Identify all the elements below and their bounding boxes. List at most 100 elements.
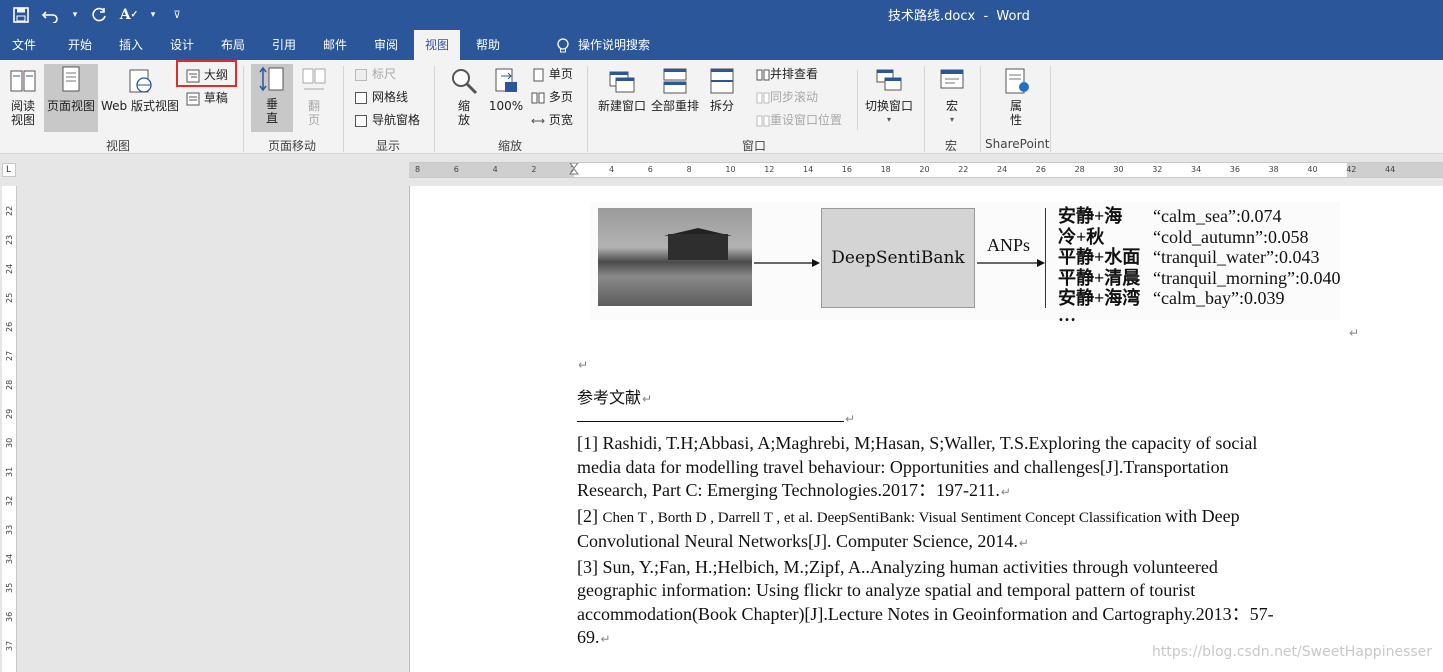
chevron-down-icon[interactable]: ▾ [70, 4, 80, 26]
watermark: https://blog.csdn.net/SweetHappinesser [1152, 644, 1433, 660]
tab-design[interactable]: 设计 [159, 30, 205, 60]
zoom-100-label: 100% [488, 99, 524, 113]
sync-scroll-button[interactable]: 同步滚动 [756, 90, 818, 105]
checkbox[interactable] [355, 68, 367, 81]
tell-me-search[interactable]: 操作说明搜索 [556, 30, 650, 60]
checkbox[interactable] [355, 91, 367, 104]
title-separator: - [975, 9, 997, 24]
tab-review[interactable]: 审阅 [363, 30, 409, 60]
view-side-by-side-button[interactable]: 并排查看 [756, 67, 818, 82]
anp-zh: 平静+清晨 [1058, 267, 1141, 288]
tab-mailings[interactable]: 邮件 [312, 30, 358, 60]
undo-icon[interactable] [40, 4, 62, 26]
draft-icon [186, 92, 200, 105]
web-layout-button[interactable]: Web 版式视图 [100, 66, 180, 132]
arrange-all-icon [663, 68, 687, 94]
reference-text: Research, Part C: Emerging Technologies.… [577, 480, 1000, 500]
customize-qat-icon[interactable]: ⊽ [166, 4, 188, 26]
group-separator [924, 66, 925, 152]
document-page[interactable]: DeepSentiBank ANPs 安静+海 “calm_sea”:0.074 … [409, 186, 1443, 672]
tab-layout[interactable]: 布局 [210, 30, 256, 60]
side-by-side-icon [756, 69, 770, 80]
web-layout-label: Web 版式视图 [101, 99, 179, 113]
tab-view[interactable]: 视图 [414, 30, 460, 60]
paragraph-mark: ↵ [845, 412, 856, 426]
magnifier-icon [452, 69, 478, 95]
navigation-pane-checkbox[interactable]: 导航窗格 [355, 113, 420, 127]
ruler-checkbox[interactable]: 标尺 [355, 67, 396, 81]
reference-line: [3] Sun, Y.;Fan, H.;Helbich, M.;Zipf, A.… [577, 556, 1218, 577]
spelling-icon[interactable]: A ✓ [118, 4, 140, 26]
tab-file[interactable]: 文件 [0, 30, 48, 60]
one-page-button[interactable]: 单页 [531, 67, 573, 82]
vertical-ruler[interactable]: 22 23 24 25 26 27 28 29 30 31 32 33 34 35 36 37 [0, 186, 22, 672]
chevron-down-icon[interactable]: ▾ [148, 4, 158, 26]
navigation-pane-label: 导航窗格 [372, 113, 421, 127]
split-button[interactable]: 拆分 [704, 66, 740, 132]
tab-help[interactable]: 帮助 [465, 30, 511, 60]
paragraph-mark: ↵ [1349, 326, 1360, 340]
group-label-page-move: 页面移动 [268, 139, 317, 153]
save-icon[interactable] [10, 4, 32, 26]
reference-text: 69. [577, 627, 600, 647]
macros-icon [940, 69, 964, 89]
multiple-pages-label: 多页 [548, 90, 573, 104]
paragraph-mark: ↵ [642, 392, 653, 406]
ruler-tick-label: 30 [5, 437, 14, 448]
page-width-button[interactable]: 页宽 [531, 113, 573, 128]
app-name: Word [996, 9, 1030, 24]
multiple-pages-button[interactable]: 多页 [531, 90, 573, 105]
ruler-tick-label: 40 [1307, 165, 1318, 174]
indent-marker[interactable] [568, 163, 580, 177]
zoom-100-button[interactable]: 100% [486, 66, 526, 132]
anp-zh: 平静+水面 [1058, 247, 1141, 267]
ruler-tick-label: 38 [1268, 165, 1279, 174]
anp-row: 冷+秋 “cold_autumn”:0.058 [1058, 227, 1340, 248]
anp-row: 安静+海湾 “calm_bay”:0.039 [1058, 288, 1340, 309]
tab-selector[interactable]: L [2, 163, 16, 177]
reference-line: [2] Chen T , Borth D , Darrell T , et al… [577, 505, 1337, 531]
anp-zh: 安静+海 [1058, 206, 1123, 226]
references-heading: 参考文献↵ [577, 384, 652, 408]
ruler-area: L 8 6 4 2 2 4 6 8 10 12 14 16 18 20 22 24 26 28 30 32 34 36 38… [0, 155, 1443, 185]
anp-row: 安静+海 “calm_sea”:0.074 [1058, 206, 1340, 227]
anp-row: 平静+清晨 “tranquil_morning”:0.040 [1058, 268, 1340, 289]
horizontal-ruler[interactable]: 8 6 4 2 2 4 6 8 10 12 14 16 18 20 22 24 26 28 30 32 34 36 38 40… [409, 162, 1443, 178]
ruler-tick-label: 6 [647, 165, 653, 174]
side-to-side-label: 翻 页 [307, 99, 320, 127]
draft-button[interactable]: 草稿 [186, 91, 228, 106]
anp-list: 安静+海 “calm_sea”:0.074 冷+秋 “cold_autumn”:0.… [1058, 206, 1340, 324]
read-mode-button[interactable]: 阅读 视图 [4, 66, 42, 132]
side-to-side-button[interactable]: 翻 页 [296, 66, 332, 132]
ruler-tick-label: 16 [841, 165, 852, 174]
ruler-tick-label: 26 [1035, 165, 1046, 174]
group-separator [434, 66, 435, 152]
print-layout-button[interactable]: 页面视图 [44, 64, 98, 132]
vertical-ruler-ticks: 22 23 24 25 26 27 28 29 30 31 32 33 34 35 36 37 [2, 186, 17, 672]
ruler-tick-label: 22 [958, 165, 969, 174]
tab-home[interactable]: 开始 [57, 30, 103, 60]
right-indent-marker[interactable] [1343, 169, 1353, 177]
zoom-button[interactable]: 缩 放 [446, 66, 482, 132]
properties-label: 属 性 [1009, 99, 1022, 127]
one-page-icon [533, 68, 544, 81]
switch-windows-button[interactable]: 切换窗口 ▾ [862, 66, 916, 132]
vertical-page-move-button[interactable]: 垂 直 [251, 64, 293, 132]
ruler-tick-label: 37 [5, 640, 14, 651]
redo-icon[interactable] [88, 4, 110, 26]
new-window-button[interactable]: 新建窗口 [596, 66, 648, 132]
arrange-all-button[interactable]: 全部重排 [650, 66, 700, 132]
gridlines-checkbox[interactable]: 网格线 [355, 90, 408, 104]
tab-insert[interactable]: 插入 [108, 30, 154, 60]
anp-en: “calm_bay”:0.039 [1153, 288, 1285, 308]
tab-references[interactable]: 引用 [261, 30, 307, 60]
macros-button[interactable]: 宏 ▾ [933, 66, 971, 132]
paragraph-mark: ↵ [1000, 485, 1011, 499]
chevron-down-icon: ▾ [949, 115, 954, 124]
reset-window-position-button[interactable]: 重设窗口位置 [756, 113, 842, 128]
sync-scroll-icon [756, 92, 770, 103]
checkbox[interactable] [355, 114, 367, 127]
anp-row: 平静+水面 “tranquil_water”:0.043 [1058, 247, 1340, 268]
properties-button[interactable]: 属 性 [996, 66, 1036, 132]
anp-en: “cold_autumn”:0.058 [1153, 226, 1309, 247]
